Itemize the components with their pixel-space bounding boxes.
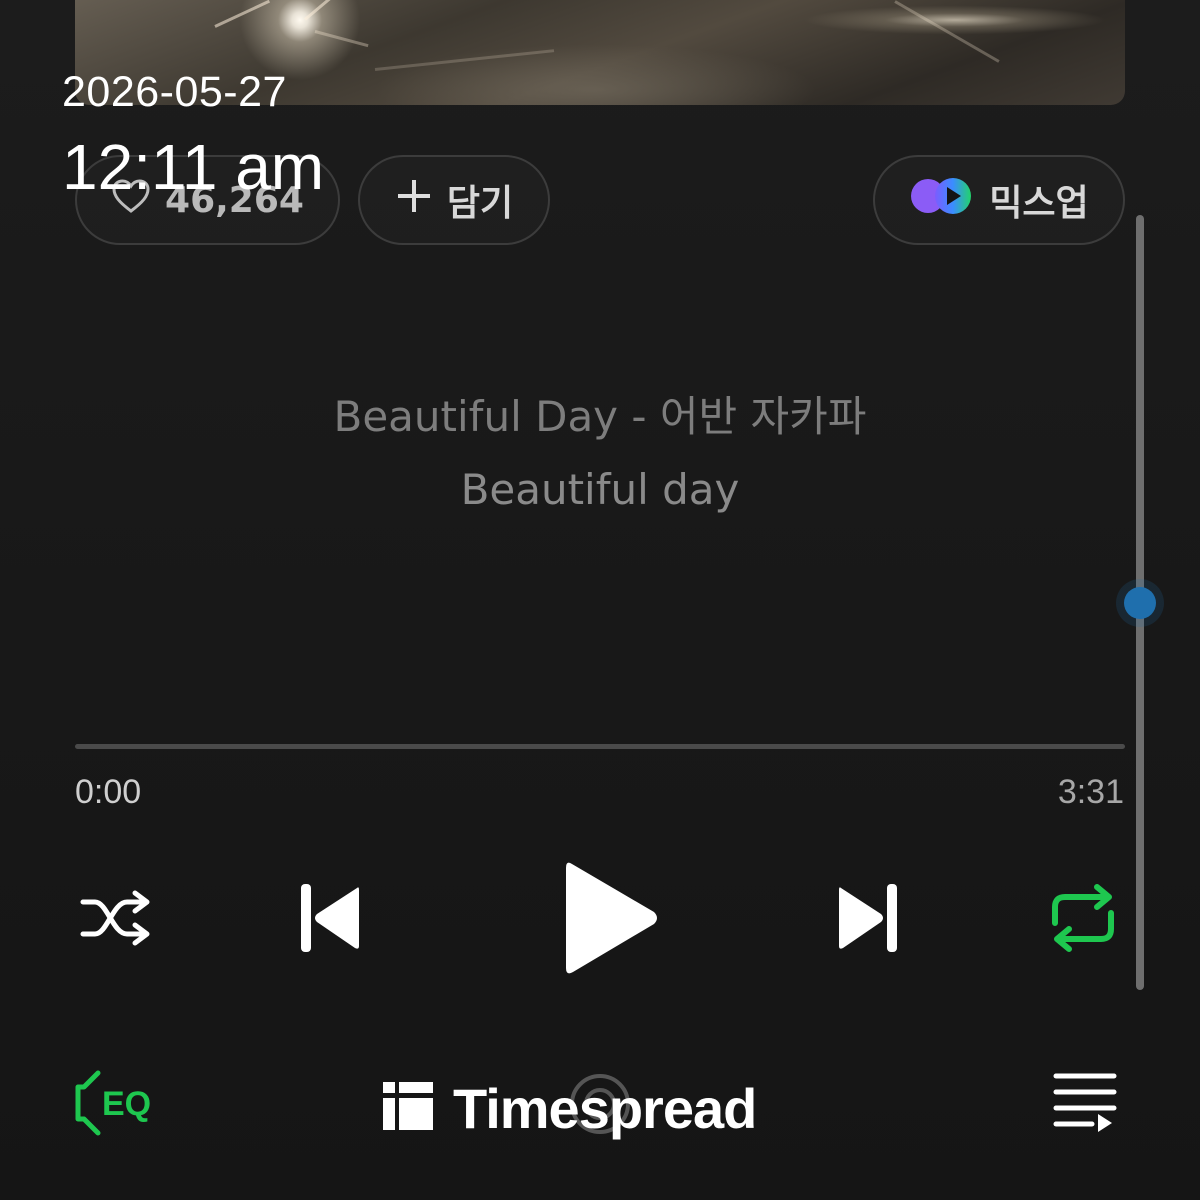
mixup-label: 믹스업 bbox=[989, 183, 1089, 224]
add-label: 담기 bbox=[446, 183, 514, 224]
scrollbar-thumb[interactable] bbox=[1124, 587, 1156, 619]
progress-bar[interactable] bbox=[75, 744, 1125, 749]
total-duration: 3:31 bbox=[1057, 773, 1124, 811]
watermark-mark-icon bbox=[383, 1082, 433, 1134]
eq-label: EQ bbox=[102, 1085, 151, 1123]
lyrics-line-title[interactable]: Beautiful Day - 어반 자카파 bbox=[0, 383, 1200, 444]
date-label: 2026-05-27 bbox=[62, 68, 287, 116]
playlist-button[interactable] bbox=[1045, 1068, 1125, 1138]
skip-next-icon bbox=[833, 880, 903, 960]
shuffle-icon bbox=[77, 888, 153, 952]
add-to-playlist-button[interactable]: 담기 bbox=[358, 155, 550, 245]
equalizer-button[interactable]: EQ bbox=[70, 1065, 170, 1145]
repeat-icon bbox=[1045, 883, 1121, 957]
plus-icon bbox=[395, 177, 433, 224]
repeat-button[interactable] bbox=[1040, 880, 1125, 960]
play-button[interactable] bbox=[550, 855, 670, 985]
elapsed-time: 0:00 bbox=[75, 773, 142, 811]
play-icon bbox=[558, 856, 662, 984]
skip-previous-icon bbox=[295, 880, 365, 960]
music-player-screen: 2026-05-27 12:11 am 46,264 담기 믹스업 Beauti… bbox=[0, 0, 1200, 1200]
speaker-eq-icon: EQ bbox=[72, 1067, 168, 1143]
watermark-text: Timespread bbox=[453, 1076, 757, 1140]
time-label: 12:11 am bbox=[62, 131, 325, 203]
shuffle-button[interactable] bbox=[75, 885, 155, 955]
lyrics-line-current[interactable]: Beautiful day bbox=[0, 465, 1200, 514]
watermark-logo: Timespread bbox=[383, 1076, 757, 1140]
next-track-button[interactable] bbox=[828, 880, 908, 960]
previous-track-button[interactable] bbox=[290, 880, 370, 960]
playlist-icon bbox=[1052, 1070, 1118, 1136]
mixup-logo-icon bbox=[909, 176, 975, 225]
mixup-button[interactable]: 믹스업 bbox=[873, 155, 1125, 245]
